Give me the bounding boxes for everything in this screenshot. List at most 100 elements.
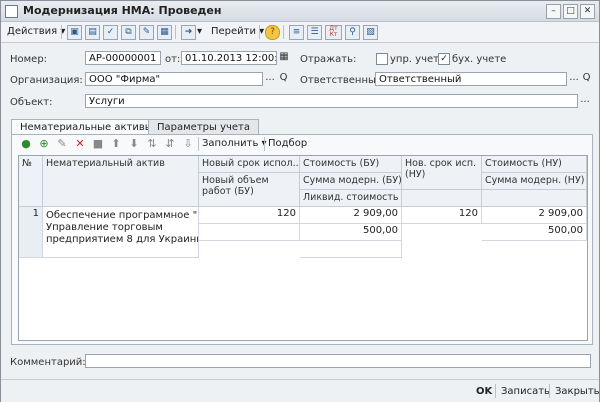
buh-label: бух. учете bbox=[452, 54, 507, 65]
responsible-search-icon[interactable]: Q bbox=[581, 72, 592, 86]
footer-separator bbox=[495, 384, 496, 398]
comment-field[interactable] bbox=[85, 354, 591, 368]
organization-select-button[interactable]: ... bbox=[264, 72, 276, 86]
column-header-liq-cost[interactable]: Ликвид. стоимость ... bbox=[300, 190, 402, 207]
close-icon[interactable]: ✕ bbox=[580, 4, 595, 19]
actions-label: Действия bbox=[7, 26, 58, 37]
column-header-new-volume[interactable]: Новый объем работ (БУ) bbox=[199, 173, 300, 207]
help-glyph: ? bbox=[270, 27, 275, 37]
maximize-icon[interactable]: □ bbox=[563, 4, 578, 19]
column-header-cost-nu[interactable]: Стоимость (НУ) bbox=[482, 156, 587, 173]
sort-icon[interactable]: ⇩ bbox=[182, 138, 194, 150]
cell-cost-bu[interactable]: 2 909,00 bbox=[300, 207, 402, 224]
based-on-icon[interactable]: ▦ bbox=[157, 25, 172, 40]
move-down-icon[interactable]: ⬇ bbox=[128, 138, 140, 150]
responsible-field[interactable]: Ответственный bbox=[375, 72, 567, 86]
grid-toolbar-separator bbox=[198, 137, 199, 151]
column-header-blank-nu2 bbox=[482, 190, 587, 207]
goto-label: Перейти bbox=[211, 26, 256, 37]
dropdown-arrow-icon[interactable]: ▾ bbox=[197, 24, 202, 39]
responsible-label: Ответственный: bbox=[300, 75, 386, 86]
pick-button[interactable]: Подбор bbox=[268, 136, 307, 151]
column-header-cost-bu[interactable]: Стоимость (БУ) bbox=[300, 156, 402, 173]
print-icon[interactable]: ▧ bbox=[363, 25, 378, 40]
copy-row-icon[interactable]: ⊕ bbox=[38, 138, 50, 150]
delete-row-icon[interactable]: ✕ bbox=[74, 138, 86, 150]
report-search-icon[interactable]: ⚲ bbox=[345, 25, 360, 40]
window-title: Модернизация НМА: Проведен bbox=[23, 4, 222, 17]
column-header-asset[interactable]: Нематериальный актив bbox=[43, 156, 199, 207]
grid-toolbar: ● ⊕ ✎ ✕ ■ ⬆ ⬇ ⇅ ⇵ ⇩ Заполнить ▾ Подбор bbox=[12, 135, 592, 153]
toolbar: Действия ▾ ▣ ▤ ✓ ⧉ ✎ ▦ ➜ ▾ Перейти ▾ ? ≡… bbox=[1, 22, 599, 43]
document-icon bbox=[5, 5, 18, 18]
column-header-mod-sum-nu[interactable]: Сумма модерн. (НУ) bbox=[482, 173, 587, 190]
calendar-icon[interactable]: ▦ bbox=[279, 51, 289, 65]
buh-checkbox[interactable]: ✓ bbox=[438, 53, 450, 65]
tab-accounting-params[interactable]: Параметры учета bbox=[148, 119, 259, 135]
dt-kt-glyph: Дт Кт bbox=[329, 25, 338, 38]
object-field[interactable]: Услуги bbox=[85, 94, 578, 108]
dt-kt-icon[interactable]: Дт Кт bbox=[325, 25, 342, 40]
cell-new-volume[interactable] bbox=[199, 224, 300, 241]
cell-liq-cost[interactable] bbox=[300, 241, 402, 258]
organization-label: Организация: bbox=[10, 75, 83, 86]
fill-label: Заполнить bbox=[202, 138, 259, 149]
cell-new-term-nu[interactable]: 120 bbox=[402, 207, 482, 224]
toolbar-separator bbox=[61, 25, 62, 39]
structure-icon[interactable]: ≡ bbox=[289, 25, 304, 40]
toolbar-separator bbox=[175, 25, 176, 39]
column-header-new-term-nu[interactable]: Нов. срок исп. (НУ) bbox=[402, 156, 482, 190]
cell-asset[interactable]: Обеспечение программное "1С: Управление … bbox=[43, 207, 199, 258]
organization-field[interactable]: ООО "Фирма" bbox=[85, 72, 263, 86]
date-field[interactable]: 01.10.2013 12:00:01 bbox=[181, 51, 277, 65]
post-and-close-icon[interactable]: ▣ bbox=[67, 25, 82, 40]
end-edit-icon[interactable]: ■ bbox=[92, 138, 104, 150]
cell-asset-line3: предприятием 8 для Украины" bbox=[46, 234, 199, 245]
sort-asc-icon[interactable]: ⇅ bbox=[146, 138, 158, 150]
edit-row-icon[interactable]: ✎ bbox=[56, 138, 68, 150]
go-forward-icon[interactable]: ➜ bbox=[181, 25, 196, 40]
footer-bar: OK Записать Закрыть bbox=[1, 379, 600, 402]
upr-checkbox[interactable] bbox=[376, 53, 388, 65]
column-header-mod-sum-bu[interactable]: Сумма модерн. (БУ) bbox=[300, 173, 402, 190]
cell-n[interactable]: 1 bbox=[19, 207, 43, 258]
document-edit-icon[interactable]: ✎ bbox=[139, 25, 154, 40]
sort-desc-icon[interactable]: ⇵ bbox=[164, 138, 176, 150]
goto-menu[interactable]: Перейти ▾ bbox=[211, 24, 264, 39]
toolbar-separator bbox=[283, 25, 284, 39]
upr-label: упр. учете bbox=[390, 54, 446, 65]
actions-menu[interactable]: Действия ▾ bbox=[7, 24, 65, 39]
add-row-icon[interactable]: ● bbox=[20, 138, 32, 150]
ok-button[interactable]: OK bbox=[476, 384, 492, 399]
number-label: Номер: bbox=[10, 54, 48, 65]
organization-search-icon[interactable]: Q bbox=[278, 72, 289, 86]
title-bar: Модернизация НМА: Проведен – □ ✕ bbox=[1, 1, 599, 22]
toolbar-separator bbox=[259, 25, 260, 39]
cell-mod-sum-nu[interactable]: 500,00 bbox=[482, 224, 587, 241]
move-up-icon[interactable]: ⬆ bbox=[110, 138, 122, 150]
save-icon[interactable]: ▤ bbox=[85, 25, 100, 40]
minimize-icon[interactable]: – bbox=[546, 4, 561, 19]
number-field[interactable]: АР-00000001 bbox=[85, 51, 161, 65]
cell-asset-line2: Управление торговым bbox=[46, 222, 163, 233]
object-select-button[interactable]: ... bbox=[579, 94, 591, 108]
cell-asset-line1: Обеспечение программное "1С: bbox=[46, 210, 199, 221]
post-icon[interactable]: ✓ bbox=[103, 25, 118, 40]
document-window: Модернизация НМА: Проведен – □ ✕ Действи… bbox=[0, 0, 600, 402]
column-header-new-term[interactable]: Новый срок испол... bbox=[199, 156, 300, 173]
reflect-label: Отражать: bbox=[300, 54, 357, 65]
assets-table: № Нематериальный актив Новый срок испол.… bbox=[18, 155, 588, 341]
object-label: Объект: bbox=[10, 97, 53, 108]
save-button[interactable]: Записать bbox=[501, 384, 550, 399]
fill-menu[interactable]: Заполнить ▾ bbox=[202, 136, 267, 151]
cell-new-term[interactable]: 120 bbox=[199, 207, 300, 224]
help-icon[interactable]: ? bbox=[265, 25, 280, 40]
cell-mod-sum-bu[interactable]: 500,00 bbox=[300, 224, 402, 241]
column-header-blank-nu bbox=[402, 190, 482, 207]
cell-cost-nu[interactable]: 2 909,00 bbox=[482, 207, 587, 224]
column-header-n[interactable]: № bbox=[19, 156, 43, 207]
responsible-select-button[interactable]: ... bbox=[568, 72, 580, 86]
register-movements-icon[interactable]: ☰ bbox=[307, 25, 322, 40]
close-button[interactable]: Закрыть bbox=[555, 384, 600, 399]
copy-icon[interactable]: ⧉ bbox=[121, 25, 136, 40]
